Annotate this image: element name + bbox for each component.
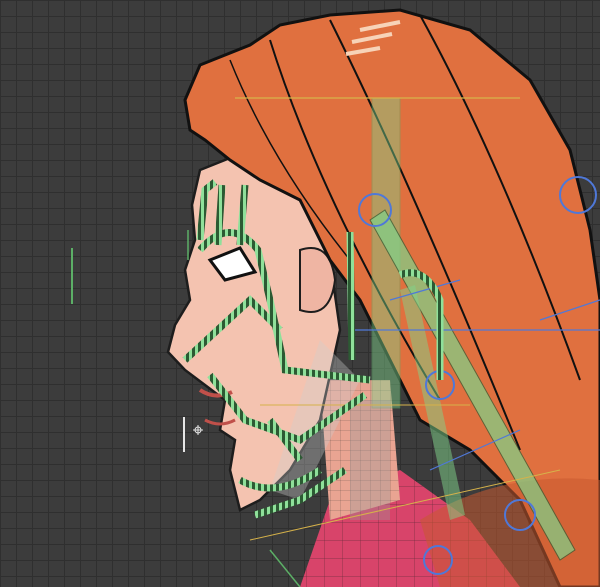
scene-canvas[interactable] [0, 0, 600, 587]
crosshair-cursor-icon [183, 417, 203, 452]
3d-viewport[interactable] [0, 0, 600, 587]
